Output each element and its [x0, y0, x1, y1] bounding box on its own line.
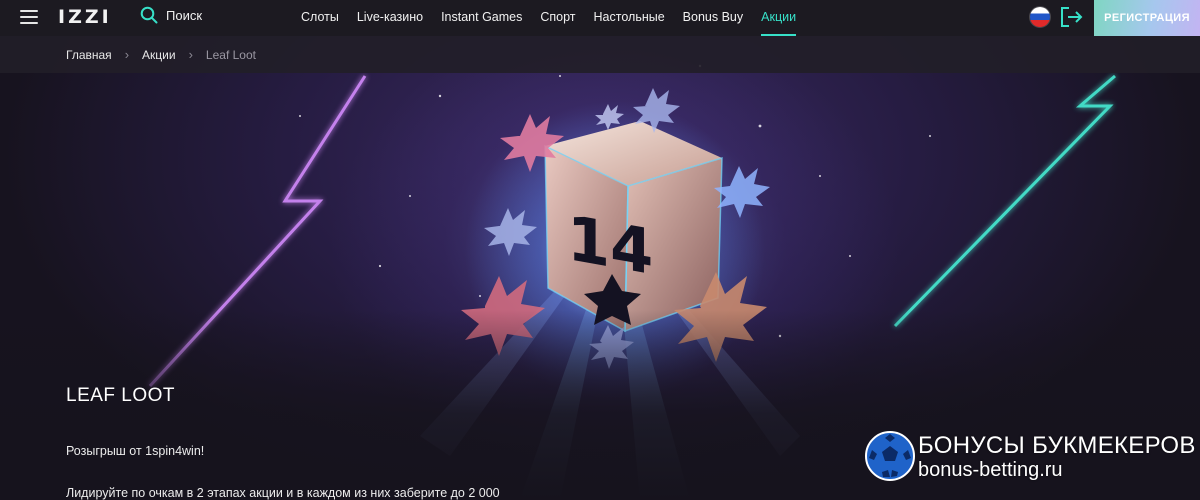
breadcrumb: Главная › Акции › Leaf Loot [0, 36, 1200, 73]
search-label: Поиск [166, 7, 203, 23]
top-header: IZZI Поиск Слоты Live-казино Instant Gam… [0, 0, 1200, 36]
main-nav: Слоты Live-казино Instant Games Спорт На… [292, 0, 805, 36]
breadcrumb-home[interactable]: Главная [66, 48, 112, 62]
nav-item-bonus-buy[interactable]: Bonus Buy [683, 0, 743, 36]
site-logo[interactable]: IZZI [58, 6, 112, 28]
cube-digit-one: 14 [567, 201, 653, 289]
promo-title: LEAF LOOT [66, 385, 176, 406]
register-button[interactable]: РЕГИСТРАЦИЯ [1094, 0, 1200, 36]
breadcrumb-promotions[interactable]: Акции [142, 48, 176, 62]
nav-item-table-games[interactable]: Настольные [594, 0, 665, 36]
russia-flag-icon[interactable] [1030, 7, 1050, 27]
breadcrumb-current: Leaf Loot [205, 47, 256, 62]
chevron-right-icon: › [124, 47, 130, 62]
teal-neon-line [893, 74, 1116, 328]
watermark-url: bonus-betting.ru [918, 459, 1063, 481]
promo-description-line-1: Розыгрыш от 1spin4win! [66, 444, 205, 458]
login-icon[interactable] [1060, 6, 1084, 28]
search-icon [140, 6, 158, 24]
nav-item-instant-games[interactable]: Instant Games [441, 0, 522, 36]
soccer-ball-icon [865, 431, 915, 481]
nav-item-live-casino[interactable]: Live-казино [357, 0, 423, 36]
bonus-betting-watermark: БОНУСЫ БУКМЕКЕРОВ bonus-betting.ru [862, 428, 1195, 488]
dice-cube-illustration: 14 [544, 121, 723, 333]
promo-description-line-2: Лидируйте по очкам в 2 этапах акции и в … [66, 486, 500, 500]
nav-item-promotions[interactable]: Акции [761, 0, 796, 36]
nav-item-sport[interactable]: Спорт [540, 0, 575, 36]
nav-item-slots[interactable]: Слоты [301, 0, 339, 36]
menu-icon[interactable] [20, 10, 38, 24]
watermark-title: БОНУСЫ БУКМЕКЕРОВ [918, 432, 1196, 459]
search-button[interactable]: Поиск [140, 6, 202, 24]
chevron-right-icon: › [188, 47, 193, 62]
